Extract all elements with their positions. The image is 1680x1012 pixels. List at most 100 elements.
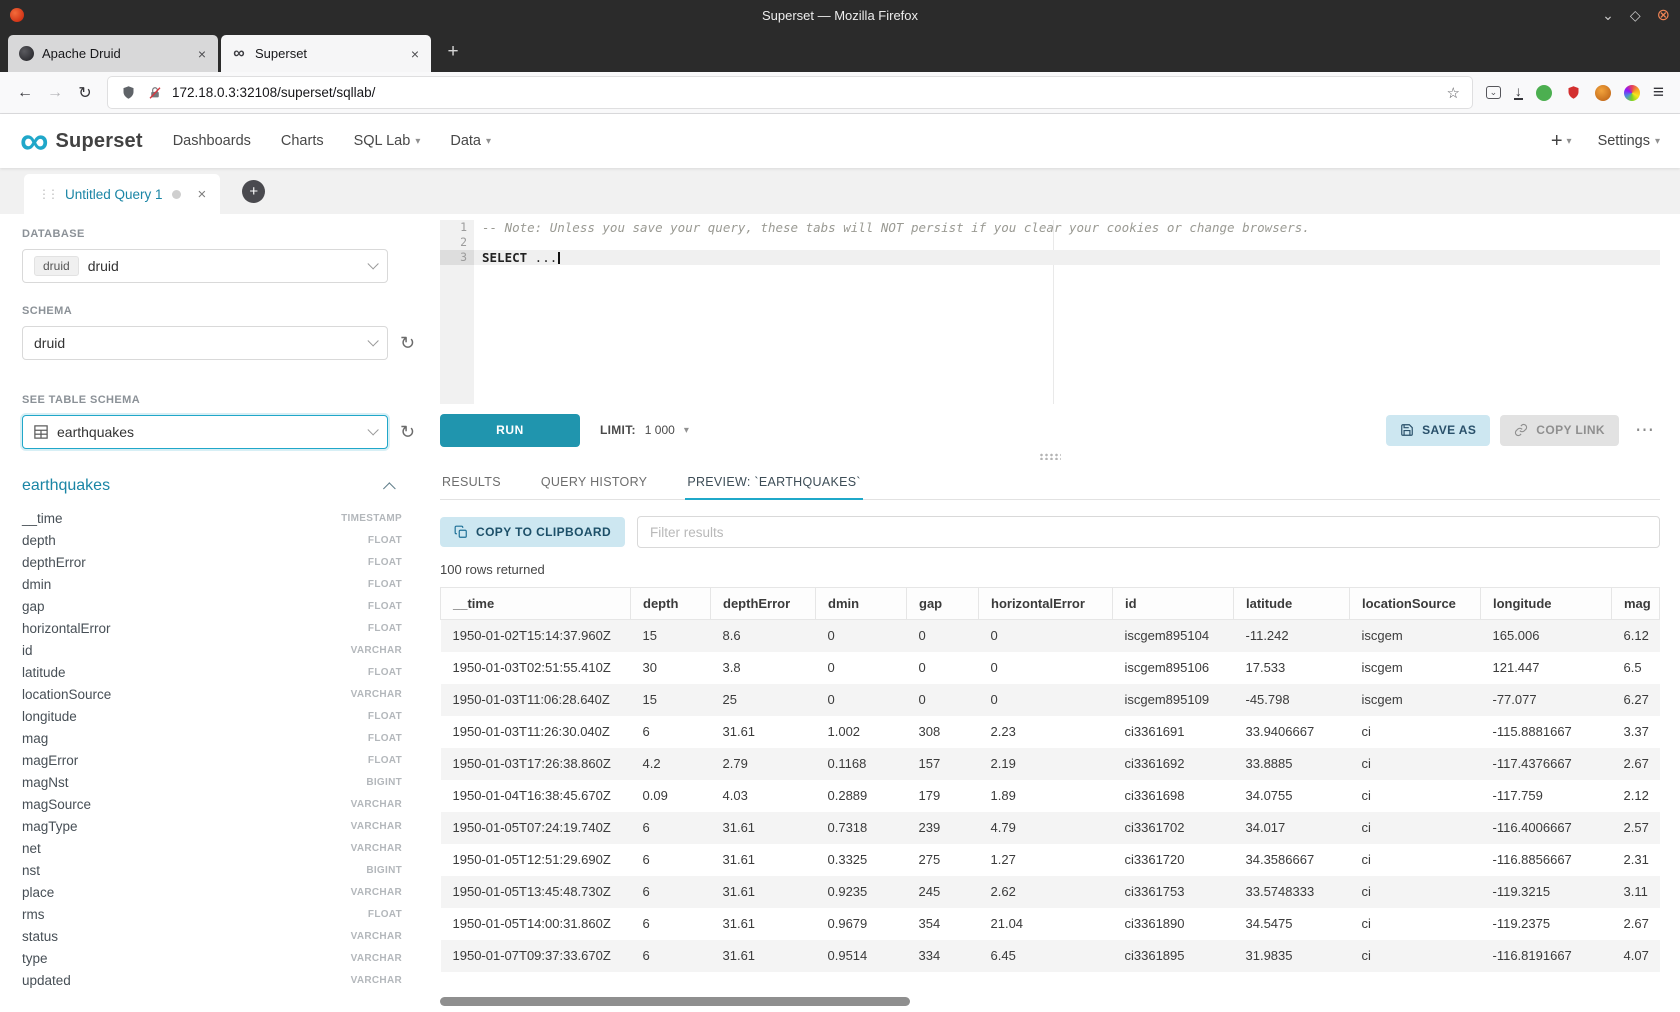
tab-query-history[interactable]: QUERY HISTORY [539, 464, 649, 499]
browser-tab-superset[interactable]: ∞ Superset × [221, 35, 431, 72]
limit-dropdown[interactable]: LIMIT: 1 000 ▾ [600, 423, 689, 437]
more-actions-icon[interactable]: ⋯ [1629, 419, 1660, 442]
new-item-menu[interactable]: +▾ [1551, 130, 1572, 153]
tab-close-icon[interactable]: × [409, 46, 421, 62]
new-tab-button[interactable]: + [438, 37, 468, 67]
column-header[interactable]: locationSource [1350, 588, 1481, 620]
column-header[interactable]: id [1113, 588, 1234, 620]
copy-to-clipboard-button[interactable]: COPY TO CLIPBOARD [440, 517, 625, 547]
schema-column[interactable]: netVARCHAR [22, 837, 402, 859]
pane-resize-handle[interactable] [440, 448, 1660, 464]
insecure-lock-icon[interactable] [146, 84, 163, 101]
schema-column[interactable]: updatedVARCHAR [22, 969, 402, 991]
tab-results[interactable]: RESULTS [440, 464, 503, 499]
table-row[interactable]: 1950-01-05T13:45:48.730Z631.610.92352452… [441, 876, 1660, 908]
schema-column[interactable]: locationSourceVARCHAR [22, 683, 402, 705]
reload-icon[interactable]: ↻ [70, 78, 100, 108]
schema-column[interactable]: latitudeFLOAT [22, 661, 402, 683]
downloads-icon[interactable]: ↓ [1514, 85, 1523, 100]
sql-editor[interactable]: 1-- Note: Unless you save your query, th… [440, 220, 1660, 404]
nav-item-dashboards[interactable]: Dashboards [173, 133, 251, 149]
privacy-badger-icon[interactable] [1595, 85, 1611, 101]
tab-close-icon[interactable]: × [196, 46, 208, 62]
schema-column[interactable]: __timeTIMESTAMP [22, 507, 402, 529]
query-tab-untitled-query-1[interactable]: ⋮⋮ Untitled Query 1 × [24, 174, 220, 214]
copy-link-button[interactable]: COPY LINK [1500, 415, 1619, 446]
schema-column[interactable]: statusVARCHAR [22, 925, 402, 947]
editor-line[interactable]: 2 [440, 235, 1660, 250]
drag-handle-icon[interactable]: ⋮⋮ [38, 187, 56, 201]
filter-results-input[interactable] [637, 516, 1660, 548]
table-row[interactable]: 1950-01-03T11:26:30.040Z631.611.0023082.… [441, 716, 1660, 748]
nav-item-data[interactable]: Data▾ [450, 133, 491, 149]
column-header[interactable]: dmin [816, 588, 907, 620]
minimize-icon[interactable]: ⌄ [1602, 7, 1614, 24]
horizontal-scrollbar[interactable] [440, 997, 910, 1006]
table-row[interactable]: 1950-01-03T17:26:38.860Z4.22.790.1168157… [441, 748, 1660, 780]
extension-green-icon[interactable] [1536, 85, 1552, 101]
schema-column[interactable]: longitudeFLOAT [22, 705, 402, 727]
column-header[interactable]: longitude [1481, 588, 1612, 620]
menu-icon[interactable]: ≡ [1653, 82, 1664, 104]
column-header[interactable]: horizontalError [979, 588, 1113, 620]
column-header[interactable]: __time [441, 588, 631, 620]
schema-column[interactable]: placeVARCHAR [22, 881, 402, 903]
ublock-shield-icon[interactable] [1565, 84, 1582, 101]
tab-preview-earthquakes[interactable]: PREVIEW: `EARTHQUAKES` [685, 464, 863, 499]
back-icon[interactable]: ← [10, 78, 40, 108]
save-as-button[interactable]: SAVE AS [1386, 415, 1490, 446]
superset-logo[interactable]: ∞ Superset [20, 130, 143, 153]
column-header[interactable]: gap [907, 588, 979, 620]
close-window-icon[interactable]: ⊗ [1657, 5, 1670, 25]
browser-tab-apache-druid[interactable]: Apache Druid × [8, 35, 218, 72]
query-tab-close-icon[interactable]: × [198, 186, 207, 203]
url-text[interactable]: 172.18.0.3:32108/superset/sqllab/ [172, 85, 1437, 100]
forward-icon[interactable]: → [40, 78, 70, 108]
editor-line[interactable]: 3SELECT ... [440, 250, 1660, 265]
url-bar[interactable]: 172.18.0.3:32108/superset/sqllab/ ☆ [108, 77, 1472, 108]
tracking-shield-icon[interactable] [120, 84, 137, 101]
schema-column[interactable]: depthErrorFLOAT [22, 551, 402, 573]
pocket-icon[interactable]: ⌄ [1486, 86, 1501, 99]
table-row[interactable]: 1950-01-05T12:51:29.690Z631.610.33252751… [441, 844, 1660, 876]
schema-column[interactable]: depthFLOAT [22, 529, 402, 551]
schema-select[interactable]: druid [22, 326, 388, 360]
bookmark-star-icon[interactable]: ☆ [1446, 84, 1459, 102]
table-row[interactable]: 1950-01-05T07:24:19.740Z631.610.73182394… [441, 812, 1660, 844]
column-header[interactable]: mag [1612, 588, 1660, 620]
schema-column[interactable]: rmsFLOAT [22, 903, 402, 925]
schema-column[interactable]: magErrorFLOAT [22, 749, 402, 771]
extension-pinwheel-icon[interactable] [1624, 85, 1640, 101]
table-row[interactable]: 1950-01-03T02:51:55.410Z303.8000iscgem89… [441, 652, 1660, 684]
table-row[interactable]: 1950-01-04T16:38:45.670Z0.094.030.288917… [441, 780, 1660, 812]
table-schema-title[interactable]: earthquakes [22, 477, 110, 495]
table-row[interactable]: 1950-01-07T09:37:33.670Z631.610.95143346… [441, 940, 1660, 972]
run-button[interactable]: RUN [440, 414, 580, 447]
restore-icon[interactable]: ◇ [1630, 7, 1641, 24]
schema-column[interactable]: dminFLOAT [22, 573, 402, 595]
schema-column[interactable]: magSourceVARCHAR [22, 793, 402, 815]
schema-column[interactable]: magTypeVARCHAR [22, 815, 402, 837]
schema-column[interactable]: typeVARCHAR [22, 947, 402, 969]
database-select[interactable]: druid druid [22, 249, 388, 283]
schema-column[interactable]: horizontalErrorFLOAT [22, 617, 402, 639]
schema-column[interactable]: gapFLOAT [22, 595, 402, 617]
table-select[interactable]: earthquakes [22, 415, 388, 449]
schema-column[interactable]: magFLOAT [22, 727, 402, 749]
editor-line[interactable]: 1-- Note: Unless you save your query, th… [440, 220, 1660, 235]
schema-column[interactable]: idVARCHAR [22, 639, 402, 661]
column-header[interactable]: latitude [1234, 588, 1350, 620]
column-header[interactable]: depthError [711, 588, 816, 620]
refresh-schemas-icon[interactable]: ↻ [400, 334, 415, 352]
nav-item-charts[interactable]: Charts [281, 133, 324, 149]
collapse-chevron-icon[interactable] [383, 482, 396, 495]
schema-column[interactable]: magNstBIGINT [22, 771, 402, 793]
add-query-tab-button[interactable]: + [242, 180, 265, 203]
schema-column[interactable]: nstBIGINT [22, 859, 402, 881]
table-row[interactable]: 1950-01-05T14:00:31.860Z631.610.96793542… [441, 908, 1660, 940]
table-row[interactable]: 1950-01-02T15:14:37.960Z158.6000iscgem89… [441, 620, 1660, 652]
nav-item-sql-lab[interactable]: SQL Lab▾ [354, 133, 421, 149]
table-row[interactable]: 1950-01-03T11:06:28.640Z1525000iscgem895… [441, 684, 1660, 716]
refresh-tables-icon[interactable]: ↻ [400, 423, 415, 441]
settings-menu[interactable]: Settings▾ [1598, 133, 1660, 149]
